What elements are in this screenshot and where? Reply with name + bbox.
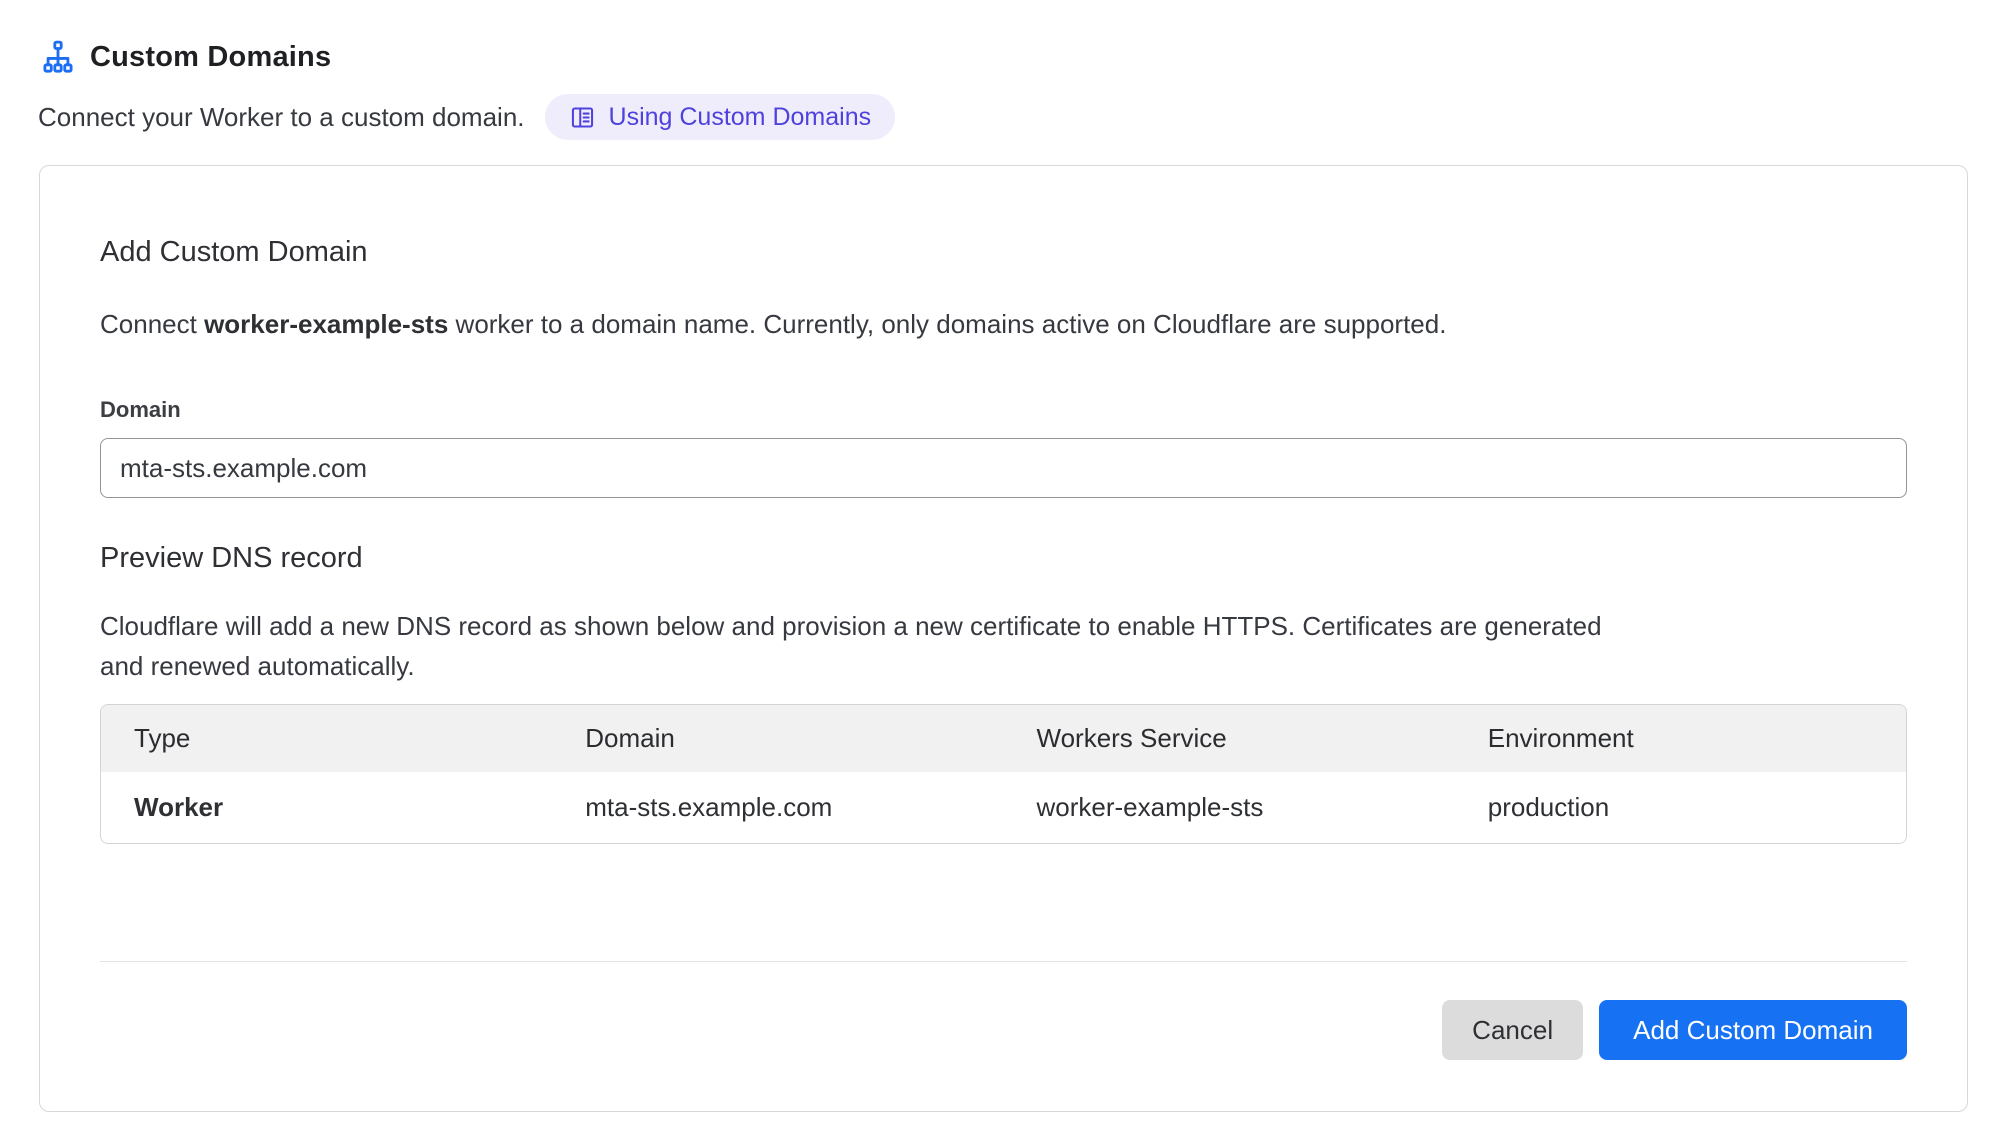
card-heading: Add Custom Domain (100, 232, 1907, 272)
worker-name: worker-example-sts (204, 309, 448, 339)
table-header-row: Type Domain Workers Service Environment (101, 705, 1906, 772)
add-custom-domain-card: Add Custom Domain Connect worker-example… (39, 165, 1968, 1112)
preview-dns-description: Cloudflare will add a new DNS record as … (100, 606, 1640, 686)
page-header: Custom Domains (38, 40, 1968, 74)
page-title: Custom Domains (90, 41, 331, 74)
table-row: Worker mta-sts.example.com worker-exampl… (101, 772, 1906, 843)
intro-text: Connect worker-example-sts worker to a d… (100, 304, 1907, 344)
preview-dns-heading: Preview DNS record (100, 538, 1907, 578)
dns-preview-table: Type Domain Workers Service Environment … (100, 704, 1907, 844)
open-book-icon (569, 104, 596, 131)
add-custom-domain-button[interactable]: Add Custom Domain (1599, 1000, 1907, 1060)
docs-link-label: Using Custom Domains (609, 103, 872, 132)
page-subtitle: Connect your Worker to a custom domain. (38, 102, 525, 133)
intro-prefix: Connect (100, 309, 204, 339)
domain-input[interactable] (100, 438, 1907, 498)
dialog-actions: Cancel Add Custom Domain (100, 1000, 1907, 1060)
cancel-button[interactable]: Cancel (1442, 1000, 1583, 1060)
page-subtitle-row: Connect your Worker to a custom domain. … (38, 94, 1968, 140)
column-header-environment: Environment (1455, 723, 1906, 754)
footer-divider (100, 961, 1907, 962)
column-header-workers-service: Workers Service (1004, 723, 1455, 754)
column-header-type: Type (101, 723, 552, 754)
cell-domain: mta-sts.example.com (552, 792, 1003, 823)
sitemap-icon (41, 40, 75, 74)
cell-type: Worker (101, 792, 552, 823)
column-header-domain: Domain (552, 723, 1003, 754)
domain-field-label: Domain (100, 396, 1907, 424)
cell-environment: production (1455, 792, 1906, 823)
intro-suffix: worker to a domain name. Currently, only… (448, 309, 1446, 339)
cell-workers-service: worker-example-sts (1004, 792, 1455, 823)
docs-link-badge[interactable]: Using Custom Domains (545, 94, 896, 140)
